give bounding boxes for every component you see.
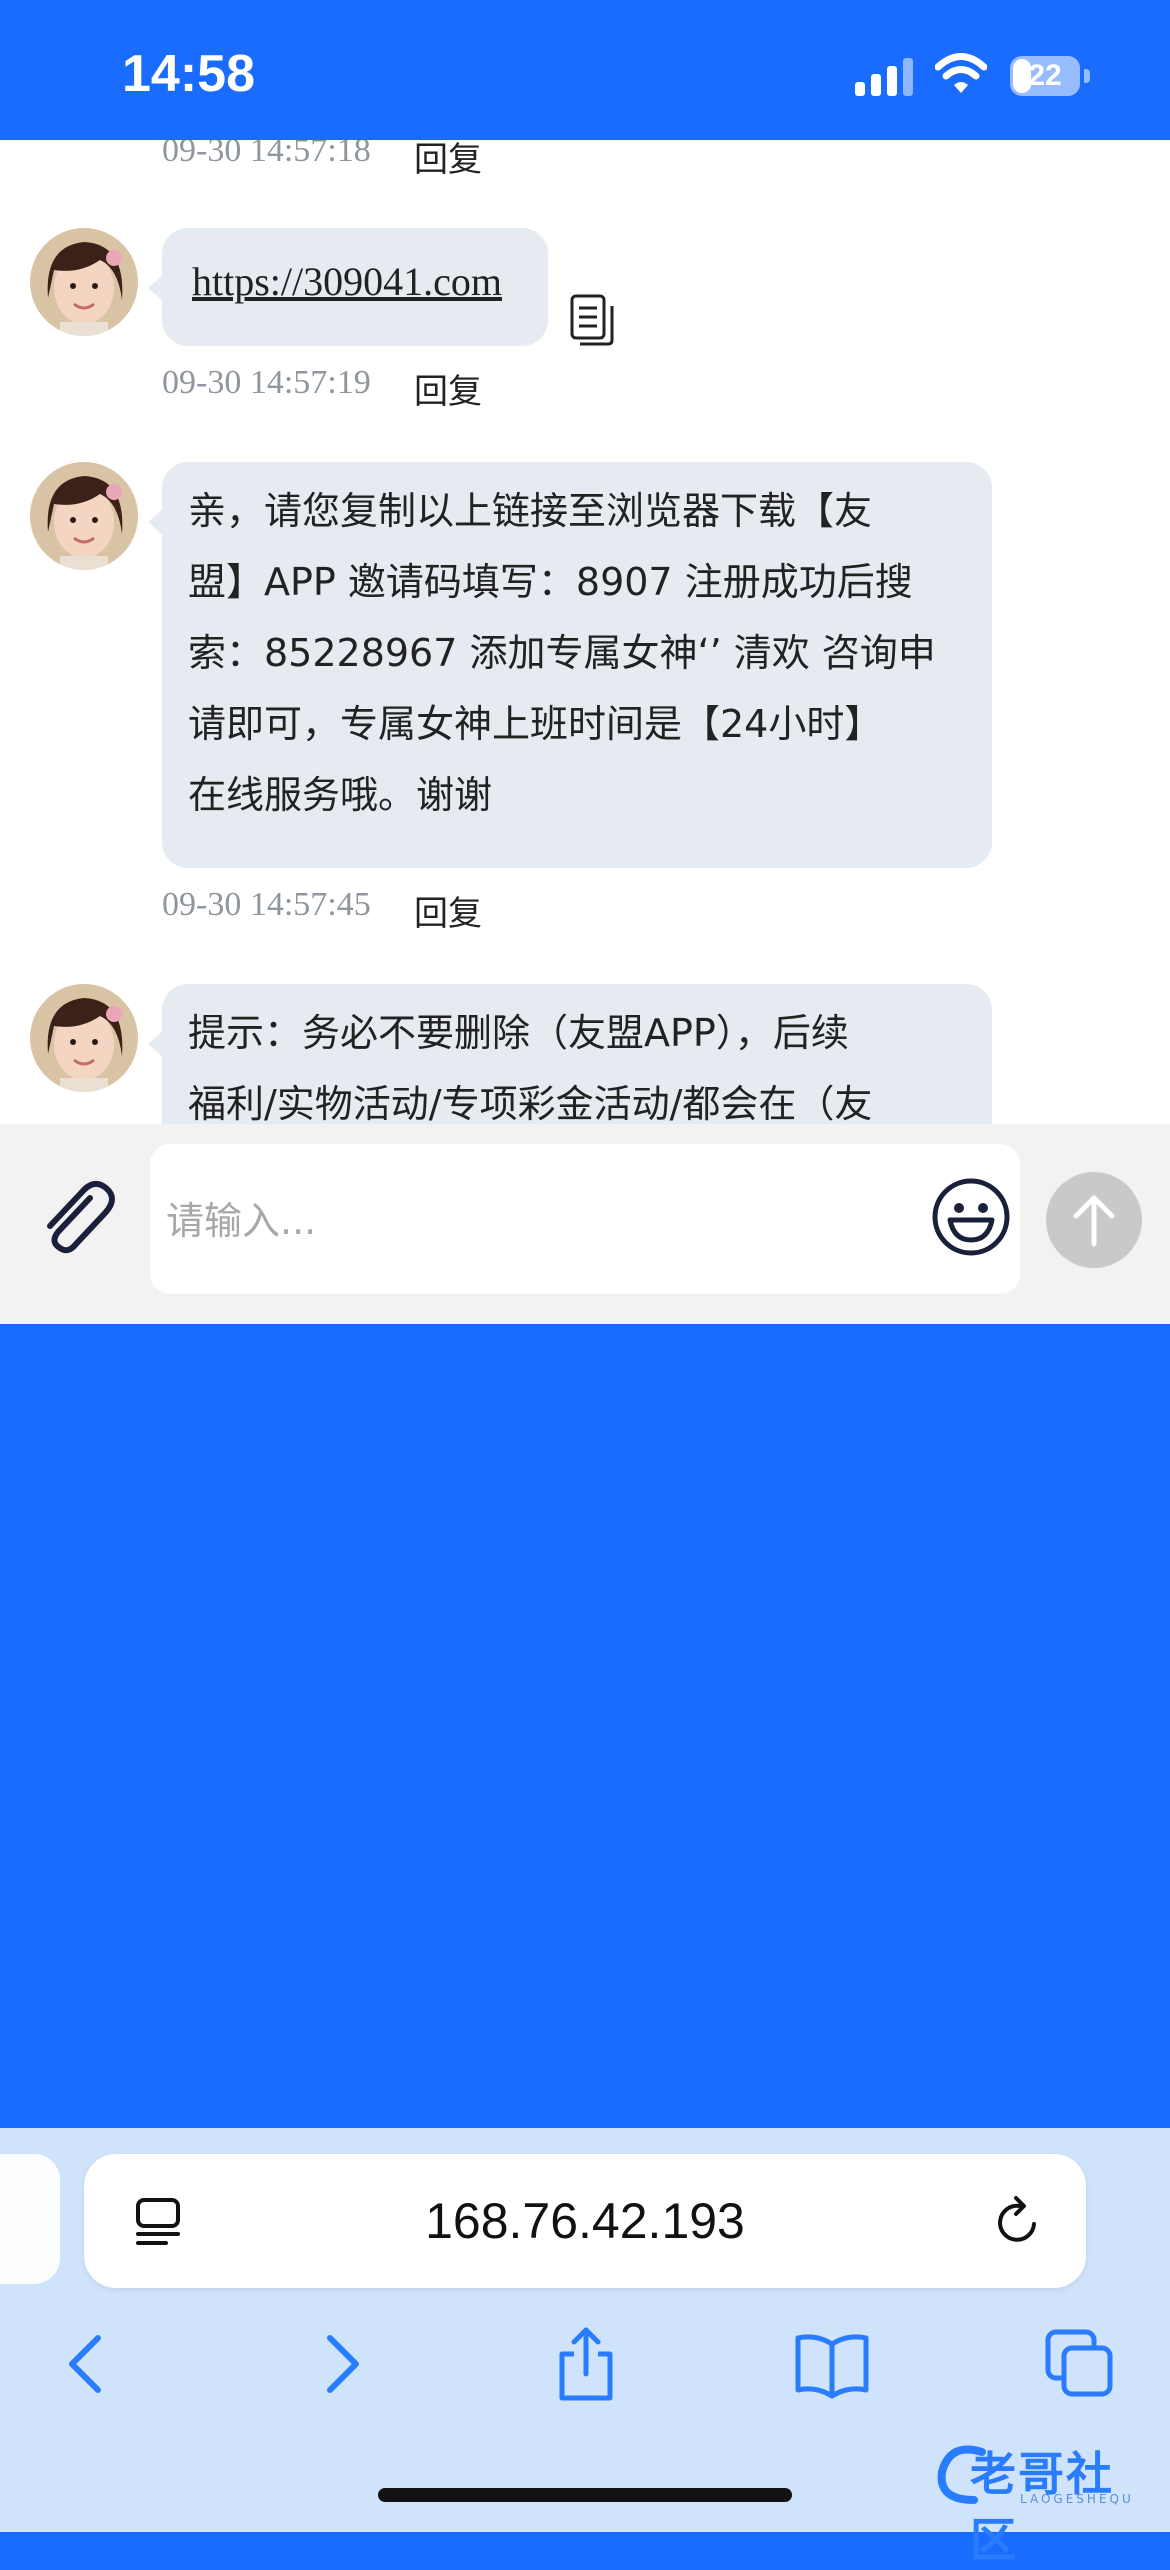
message-line: 提示：务必不要删除（友盟APP），后续: [188, 1011, 849, 1055]
reply-button[interactable]: 回复: [414, 364, 482, 413]
message-line: 福利/实物活动/专项彩金活动/都会在（友: [188, 1082, 873, 1124]
message-line: 在线服务哦。谢谢: [188, 773, 493, 817]
message-timestamp: 09-30 14:57:19: [162, 364, 371, 401]
message-line: 亲，请您复制以上链接至浏览器下载【友: [188, 489, 873, 533]
input-placeholder: 请输入...: [166, 1199, 317, 1243]
message-bubble[interactable]: https://309041.com: [148, 228, 548, 346]
back-icon[interactable]: [48, 2324, 128, 2404]
previous-tab-preview[interactable]: [0, 2154, 60, 2284]
reply-button[interactable]: 回复: [414, 886, 482, 935]
forward-icon[interactable]: [300, 2324, 380, 2404]
chat-area[interactable]: 09-30 14:57:18 回复 https://309041.com 09-…: [0, 140, 1170, 1124]
emoji-icon[interactable]: [930, 1176, 1012, 1258]
message-timestamp: 09-30 14:57:45: [162, 886, 371, 923]
watermark-logo: 老哥社区 LAOGESHEQU: [930, 2432, 1160, 2567]
watermark-subtext: LAOGESHEQU: [1020, 2492, 1134, 2506]
send-button[interactable]: [1046, 1172, 1142, 1268]
signal-icon: [855, 58, 913, 96]
bookmarks-icon[interactable]: [792, 2324, 872, 2404]
battery-level: 22: [1028, 59, 1062, 92]
message-line: 索：85228967 添加专属女神‘’ 清欢 咨询申: [188, 631, 936, 675]
avatar: [30, 462, 138, 570]
message-input[interactable]: 请输入...: [150, 1144, 1020, 1294]
tabs-icon[interactable]: [1040, 2324, 1120, 2404]
page-background: [0, 1324, 1170, 2128]
message-timestamp: 09-30 14:57:18: [162, 140, 371, 169]
url-text: 168.76.42.193: [425, 2193, 745, 2249]
share-icon[interactable]: [546, 2324, 626, 2404]
message-input-bar: 请输入...: [0, 1124, 1170, 1324]
reload-icon[interactable]: [990, 2194, 1046, 2250]
status-bar: 14:58 22: [0, 0, 1170, 140]
status-time: 14:58: [122, 45, 255, 103]
wifi-icon: [935, 53, 987, 93]
message-line: 请即可，专属女神上班时间是【24小时】: [188, 702, 883, 746]
reader-icon[interactable]: [132, 2196, 184, 2248]
copy-icon[interactable]: [568, 292, 618, 348]
message-bubble[interactable]: 亲，请您复制以上链接至浏览器下载【友 盟】APP 邀请码填写：8907 注册成功…: [148, 462, 992, 868]
message-link[interactable]: https://309041.com: [192, 259, 502, 304]
avatar: [30, 984, 138, 1092]
address-bar[interactable]: 168.76.42.193: [84, 2154, 1086, 2288]
home-indicator[interactable]: [378, 2488, 792, 2502]
battery-icon: 22: [1010, 56, 1090, 96]
avatar: [30, 228, 138, 336]
attach-icon[interactable]: [32, 1174, 122, 1264]
reply-button[interactable]: 回复: [414, 140, 482, 181]
send-icon: [1073, 1195, 1115, 1247]
message-bubble[interactable]: 提示：务必不要删除（友盟APP），后续 福利/实物活动/专项彩金活动/都会在（友: [148, 984, 992, 1124]
message-line: 盟】APP 邀请码填写：8907 注册成功后搜: [188, 560, 913, 604]
